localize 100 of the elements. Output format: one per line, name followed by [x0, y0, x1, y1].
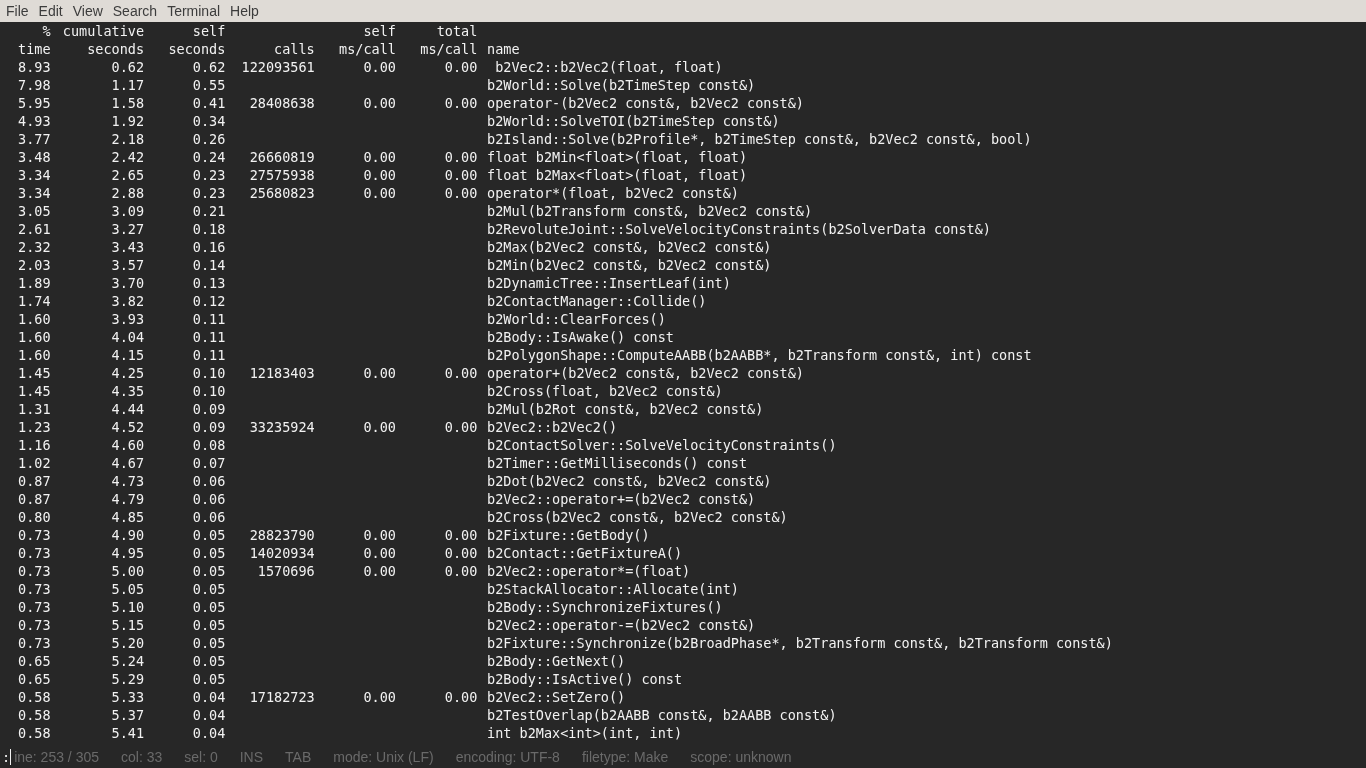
table-cell-text: 3.27 — [110, 220, 145, 238]
function-name: b2TestOverlap(b2AABB const&, b2AABB const&) — [487, 706, 837, 724]
table-cell-text: 0.00 — [443, 418, 478, 436]
table-cell-text: 1.60 — [17, 310, 51, 328]
text-cursor — [10, 749, 12, 765]
table-cell-text: 8.93 — [17, 58, 51, 76]
table-cell-text: 4.67 — [110, 454, 145, 472]
function-name: float b2Min<float>(float, float) — [487, 148, 748, 166]
table-cell-text: 0.05 — [191, 616, 226, 634]
column-header: ms/call — [419, 40, 478, 58]
table-cell-text: 17182723 — [248, 688, 315, 706]
menu-item[interactable]: Terminal — [167, 3, 221, 19]
menu-item[interactable]: Edit — [38, 3, 63, 19]
table-cell-text: 0.55 — [191, 76, 226, 94]
function-name: b2ContactManager::Collide() — [487, 292, 707, 310]
table-cell-text: 5.95 — [17, 94, 51, 112]
function-name: b2Body::GetNext() — [487, 652, 626, 670]
table-cell-text: 3.70 — [110, 274, 145, 292]
function-name: b2Vec2::b2Vec2() — [487, 418, 618, 436]
function-name: b2Vec2::operator-=(b2Vec2 const&) — [487, 616, 756, 634]
menu-item[interactable]: Search — [112, 3, 158, 19]
table-cell-text: 5.15 — [110, 616, 145, 634]
table-cell-text: 25680823 — [248, 184, 315, 202]
table-cell-text: 28823790 — [248, 526, 315, 544]
table-cell-text: 0.05 — [191, 652, 226, 670]
table-cell-text: 0.00 — [443, 526, 478, 544]
table-cell-text: 2.65 — [110, 166, 145, 184]
table-cell-text: 0.09 — [191, 400, 226, 418]
table-cell-text: 4.73 — [110, 472, 145, 490]
function-name: b2StackAllocator::Allocate(int) — [487, 580, 739, 598]
function-name: b2World::ClearForces() — [487, 310, 666, 328]
column-header: self — [362, 22, 396, 40]
table-cell-text: 1.16 — [17, 436, 51, 454]
table-cell-text: 0.58 — [17, 688, 51, 706]
table-cell-text: 0.73 — [17, 616, 51, 634]
table-cell-text: 33235924 — [248, 418, 315, 436]
table-cell-text: 0.04 — [191, 688, 226, 706]
status-item: mode: Unix (LF) — [333, 749, 434, 765]
function-name: b2Dot(b2Vec2 const&, b2Vec2 const&) — [487, 472, 772, 490]
table-cell-text: 0.10 — [191, 382, 226, 400]
table-cell-text: 0.14 — [191, 256, 226, 274]
table-cell-text: 0.73 — [17, 544, 51, 562]
table-cell-text: 4.60 — [110, 436, 145, 454]
table-cell-text: 4.95 — [110, 544, 145, 562]
table-cell-text: 4.79 — [110, 490, 145, 508]
function-name: operator-(b2Vec2 const&, b2Vec2 const&) — [487, 94, 804, 112]
table-cell-text: 3.34 — [17, 166, 51, 184]
table-cell-text: 1.45 — [17, 382, 51, 400]
table-cell-text: 0.65 — [17, 652, 51, 670]
table-cell-text: 0.58 — [17, 706, 51, 724]
table-cell-text: 0.00 — [443, 364, 478, 382]
menu-item[interactable]: View — [72, 3, 103, 19]
table-cell-text: 3.93 — [110, 310, 145, 328]
table-cell-text: 0.34 — [191, 112, 226, 130]
function-name: b2Min(b2Vec2 const&, b2Vec2 const&) — [487, 256, 772, 274]
table-cell-text: 0.23 — [191, 166, 226, 184]
table-cell-text: 0.00 — [443, 688, 478, 706]
function-name: b2DynamicTree::InsertLeaf(int) — [487, 274, 731, 292]
table-cell-text: 0.04 — [191, 724, 226, 742]
function-name: b2Body::SynchronizeFixtures() — [487, 598, 723, 616]
table-cell-text: 1.45 — [17, 364, 51, 382]
command-prompt: : — [2, 749, 11, 765]
table-cell-text: 0.06 — [191, 472, 226, 490]
function-name: b2Mul(b2Rot const&, b2Vec2 const&) — [487, 400, 764, 418]
table-cell-text: 0.05 — [191, 562, 226, 580]
table-cell-text: 0.18 — [191, 220, 226, 238]
table-cell-text: 0.04 — [191, 706, 226, 724]
table-cell-text: 0.00 — [362, 364, 396, 382]
table-cell-text: 7.98 — [17, 76, 51, 94]
column-header: calls — [273, 40, 315, 58]
function-name: b2World::SolveTOI(b2TimeStep const&) — [487, 112, 780, 130]
table-cell-text: 4.35 — [110, 382, 145, 400]
menu-item[interactable]: File — [6, 3, 29, 19]
function-name: b2Body::IsActive() const — [487, 670, 683, 688]
function-name: b2Fixture::GetBody() — [487, 526, 650, 544]
table-cell-text: 0.00 — [443, 148, 478, 166]
table-cell-text: 0.73 — [17, 562, 51, 580]
table-cell-text: 0.58 — [17, 724, 51, 742]
table-cell-text: 0.62 — [191, 58, 226, 76]
function-name: b2Vec2::operator+=(b2Vec2 const&) — [487, 490, 756, 508]
table-cell-text: 0.23 — [191, 184, 226, 202]
function-name: b2Fixture::Synchronize(b2BroadPhase*, b2Transform const&, b2Transform const&) — [487, 634, 1113, 652]
table-cell-text: 0.00 — [443, 58, 478, 76]
table-cell-text: 4.15 — [110, 346, 145, 364]
table-cell-text: 0.65 — [17, 670, 51, 688]
menu-item[interactable]: Help — [230, 3, 259, 19]
function-name: operator*(float, b2Vec2 const&) — [487, 184, 739, 202]
table-cell-text: 2.32 — [17, 238, 51, 256]
status-item: col: 33 — [121, 749, 163, 765]
table-cell-text: 1.58 — [110, 94, 145, 112]
table-cell-text: 0.00 — [362, 166, 396, 184]
status-item: encoding: UTF-8 — [455, 749, 560, 765]
table-cell-text: 0.62 — [110, 58, 145, 76]
column-header: seconds — [86, 40, 145, 58]
table-cell-text: 2.61 — [17, 220, 51, 238]
table-cell-text: 0.00 — [362, 562, 396, 580]
table-cell-text: 0.21 — [191, 202, 226, 220]
table-cell-text: 0.00 — [362, 544, 396, 562]
table-cell-text: 2.88 — [110, 184, 145, 202]
table-cell-text: 4.52 — [110, 418, 145, 436]
